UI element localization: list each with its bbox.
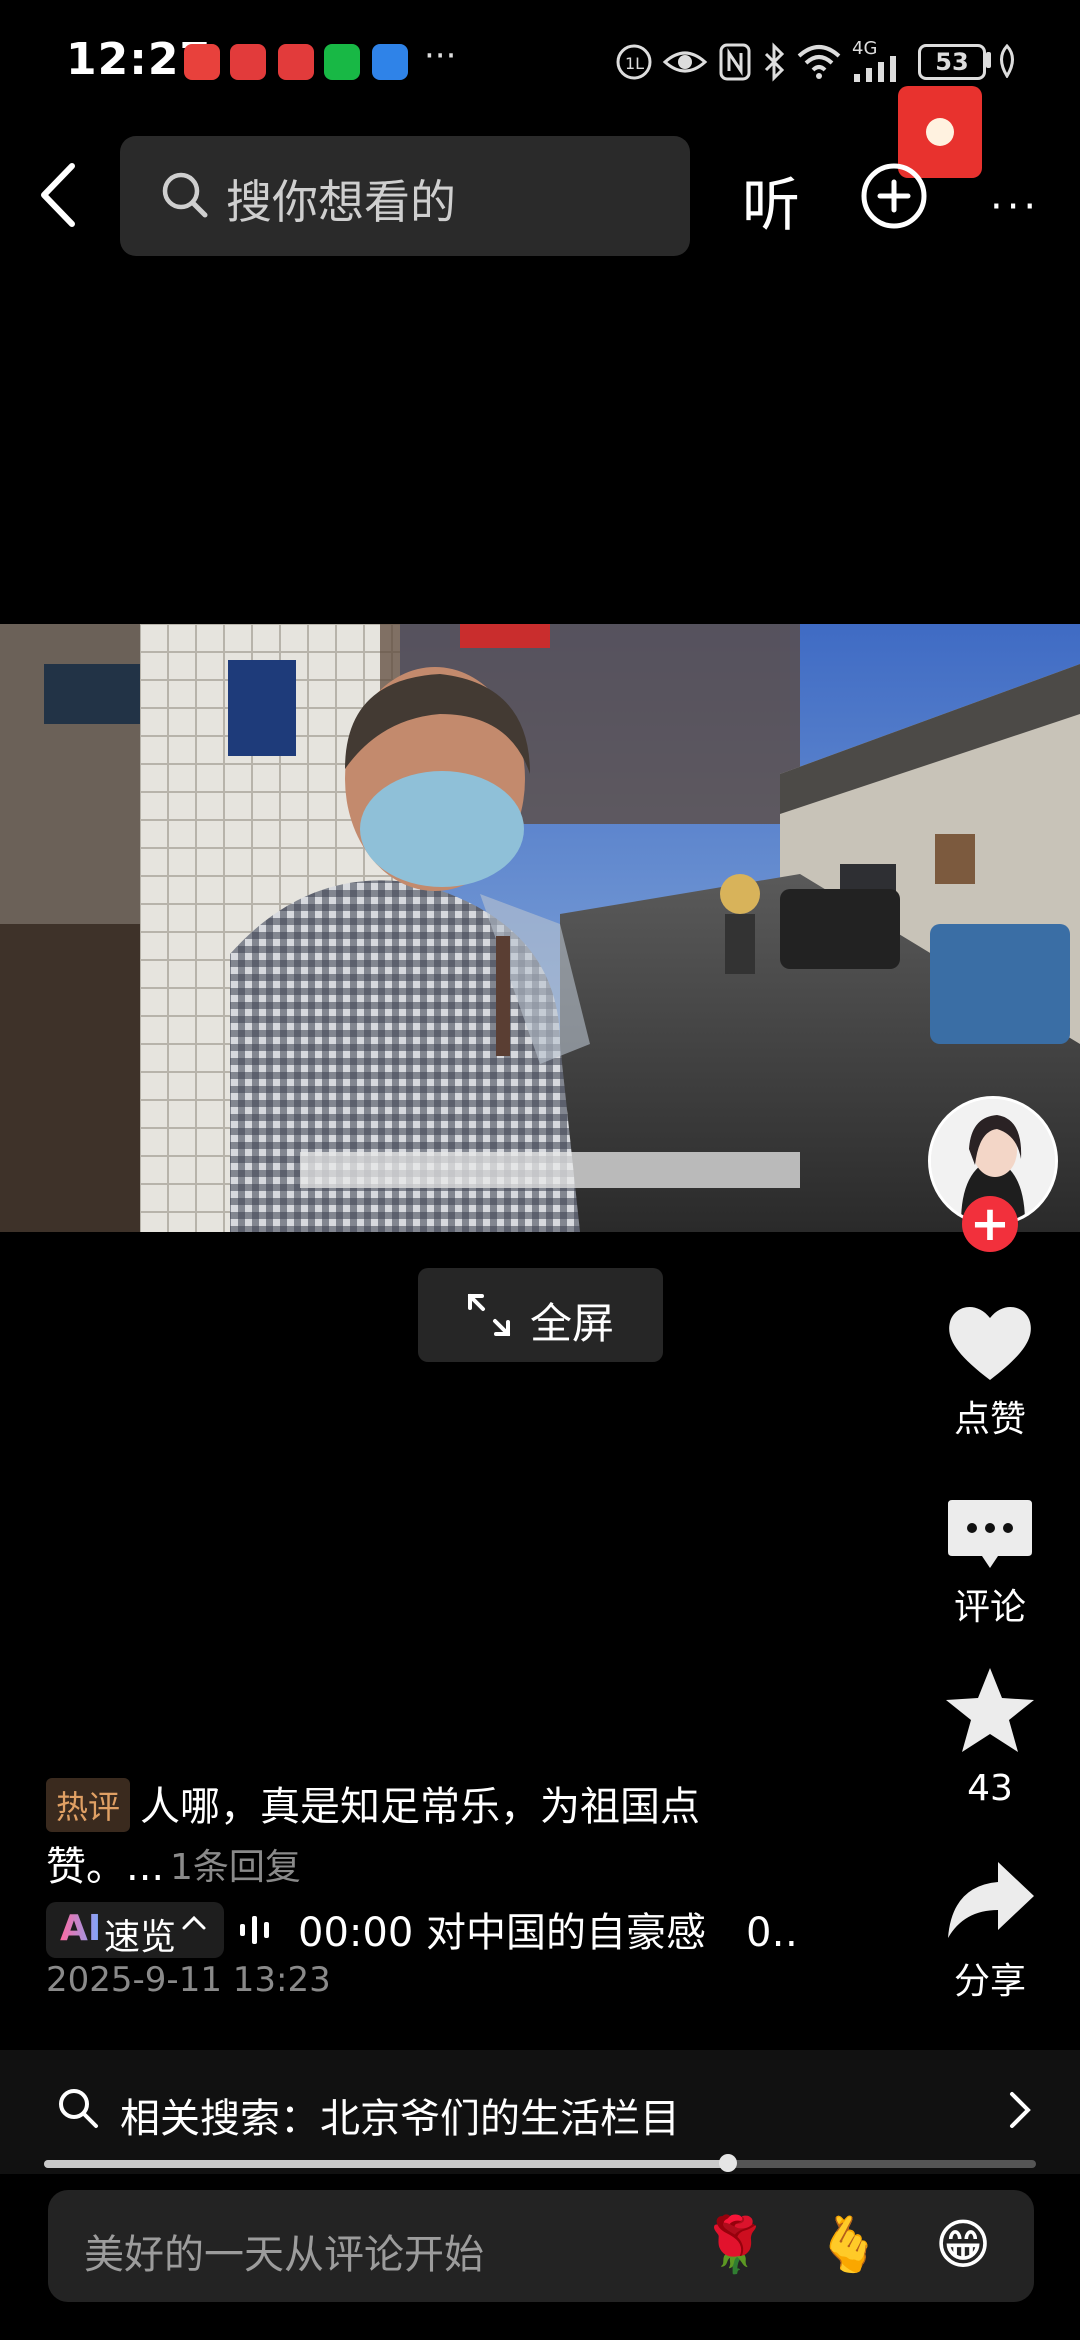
follow-button[interactable]: + xyxy=(962,1196,1018,1252)
reply-count-link[interactable]: 1条回复 xyxy=(170,1838,301,1890)
comment-placeholder: 美好的一天从评论开始 xyxy=(84,2232,484,2278)
like-label: 点赞 xyxy=(953,1399,1026,1440)
favorite-icon[interactable] xyxy=(942,1662,1038,1758)
huawei-app-icon xyxy=(184,44,220,80)
rose-emoji-button[interactable]: 🌹 xyxy=(700,2210,770,2280)
eye-comfort-icon xyxy=(662,51,708,73)
search-placeholder: 搜你想看的 xyxy=(226,175,456,229)
signal-icon xyxy=(854,56,896,82)
hd-call-icon: 1L xyxy=(616,44,652,80)
add-button[interactable] xyxy=(860,162,928,230)
bluetooth-icon xyxy=(764,42,785,82)
favorite-count: 43 xyxy=(967,1768,1013,1809)
publish-date: 2025-9-11 13:23 xyxy=(46,1960,331,2000)
ai-summary-text[interactable]: 00:00 对中国的自豪感 0‥ xyxy=(298,1900,798,1958)
hot-comment-badge: 热评 xyxy=(46,1778,131,1832)
chevron-up-icon xyxy=(182,1915,206,1930)
like-icon[interactable] xyxy=(942,1294,1038,1390)
svg-text:1L: 1L xyxy=(625,54,644,73)
chevron-right-icon xyxy=(1010,2092,1031,2128)
battery-indicator: 53 xyxy=(918,44,986,80)
ai-overview-label: 速览 xyxy=(104,1917,177,1958)
notes-app-icon xyxy=(230,44,266,80)
video-player[interactable] xyxy=(0,624,1080,1232)
comment-label: 评论 xyxy=(953,1587,1026,1628)
grin-emoji-button[interactable]: 😁 xyxy=(928,2210,998,2280)
video-app-icon xyxy=(278,44,314,80)
browser-app-icon xyxy=(372,44,408,80)
more-options-button[interactable]: ··· xyxy=(990,184,1040,230)
listen-button[interactable]: 听 xyxy=(742,158,800,242)
share-icon[interactable] xyxy=(942,1852,1038,1948)
search-icon xyxy=(162,172,208,218)
video-progress-thumb[interactable] xyxy=(719,2154,737,2172)
video-progress-fill xyxy=(44,2160,728,2168)
battery-tip xyxy=(986,52,991,68)
back-button[interactable] xyxy=(28,160,88,230)
fullscreen-icon xyxy=(468,1294,510,1336)
finger-heart-emoji-button[interactable]: 🫰 xyxy=(814,2210,884,2280)
leaf-icon xyxy=(1000,44,1014,78)
nfc-icon xyxy=(719,43,751,81)
more-notifications-icon: ··· xyxy=(424,36,457,76)
comment-icon[interactable] xyxy=(942,1486,1038,1582)
related-search-text: 相关搜索：北京爷们的生活栏目 xyxy=(120,2096,680,2142)
ai-label: AI xyxy=(60,1908,102,1949)
audio-wave-icon xyxy=(240,1916,269,1944)
hot-comment-text-continued[interactable]: 赞。... xyxy=(46,1834,164,1892)
wechat-app-icon xyxy=(324,44,360,80)
hot-comment-text[interactable]: 人哪，真是知足常乐，为祖国点 xyxy=(140,1774,700,1832)
fullscreen-label: 全屏 xyxy=(530,1299,615,1348)
share-label: 分享 xyxy=(953,1961,1026,2002)
search-icon xyxy=(59,2089,98,2128)
wifi-icon xyxy=(797,45,841,79)
